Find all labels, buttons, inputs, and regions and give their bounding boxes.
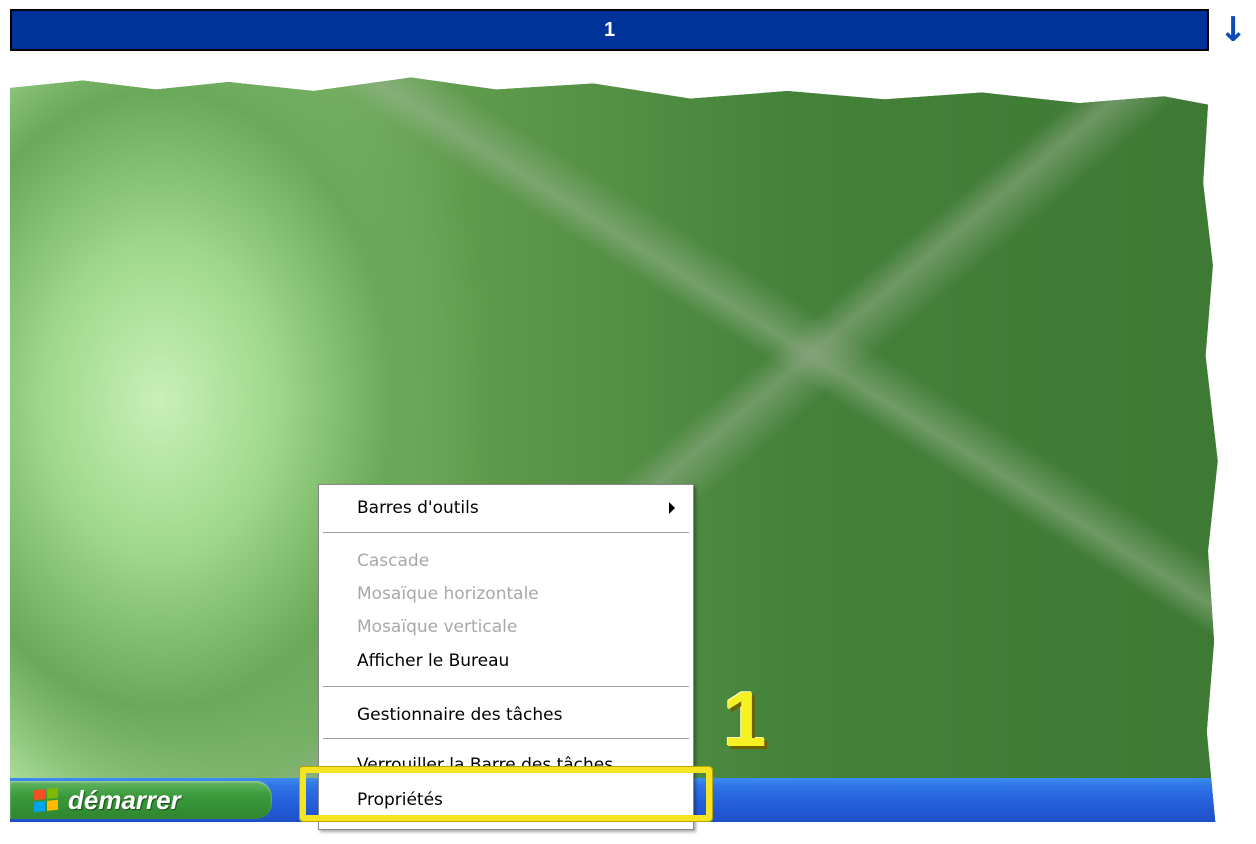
menu-item-toolbars-label: Barres d'outils xyxy=(357,498,479,518)
properties-highlight-box xyxy=(300,767,712,821)
menu-item-toolbars[interactable]: Barres d'outils xyxy=(357,493,657,523)
menu-item-tile-horizontal: Mosaïque horizontale xyxy=(357,584,539,604)
windows-logo-icon xyxy=(34,787,58,813)
arrow-down-icon[interactable]: ↓ xyxy=(1217,9,1249,51)
start-button[interactable]: démarrer xyxy=(10,781,272,819)
menu-separator xyxy=(323,686,689,688)
menu-item-task-manager[interactable]: Gestionnaire des tâches xyxy=(357,700,562,730)
submenu-arrow-icon xyxy=(669,502,675,514)
menu-separator xyxy=(323,532,689,534)
menu-item-cascade: Cascade xyxy=(357,551,430,571)
step-header-bar: 1 xyxy=(10,9,1209,51)
menu-item-tile-vertical: Mosaïque verticale xyxy=(357,617,518,637)
step-number-callout: 1 xyxy=(723,675,767,763)
menu-item-show-desktop[interactable]: Afficher le Bureau xyxy=(357,646,509,676)
step-header-label: 1 xyxy=(603,18,616,41)
menu-separator xyxy=(323,738,689,740)
start-button-label: démarrer xyxy=(68,784,181,815)
